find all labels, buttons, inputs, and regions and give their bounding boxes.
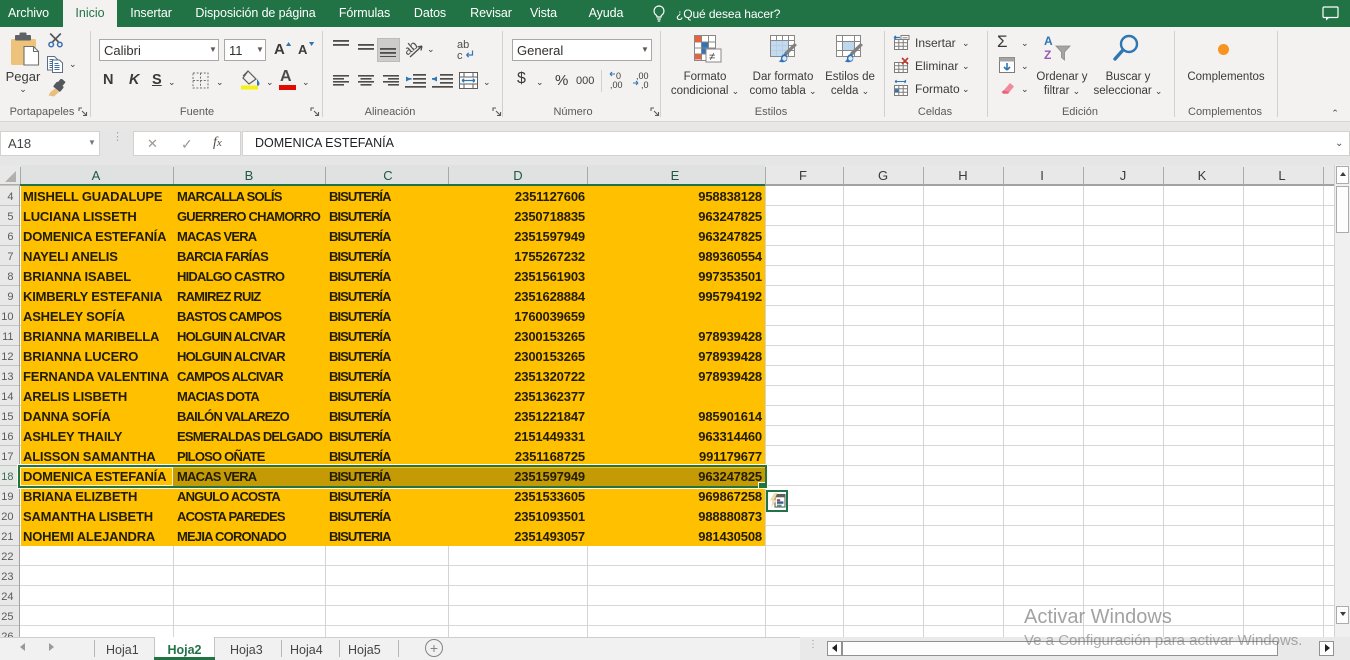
svg-text:,00: ,00 [610,80,623,90]
svg-text:≠: ≠ [709,51,715,63]
svg-text:ab: ab [406,38,420,58]
svg-text:A: A [274,41,285,58]
svg-text:A: A [1044,34,1053,48]
svg-text:c: c [457,50,463,62]
svg-text:Z: Z [1044,48,1051,62]
svg-text:A: A [298,42,308,57]
